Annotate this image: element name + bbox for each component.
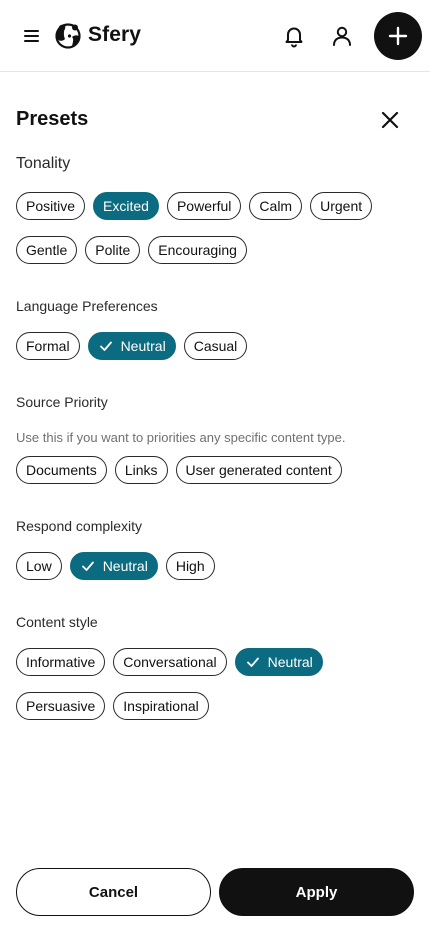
- content-style-row-1: Informative Conversational Neutral: [16, 648, 323, 676]
- chip-persuasive[interactable]: Persuasive: [16, 692, 106, 720]
- check-icon: [99, 341, 112, 351]
- cancel-button[interactable]: Cancel: [16, 868, 211, 916]
- chip-high[interactable]: High: [165, 552, 215, 580]
- chip-user-generated-content[interactable]: User generated content: [175, 456, 342, 484]
- plus-icon: [388, 26, 408, 46]
- tonality-label: Tonality: [16, 155, 71, 172]
- content-style-label: Content style: [16, 614, 98, 630]
- language-label: Language Preferences: [16, 298, 158, 314]
- source-hint: Use this if you want to priorities any s…: [16, 430, 346, 445]
- complexity-options: Low Neutral High: [16, 552, 215, 580]
- tonality-row-1: Positive Excited Powerful Calm Urgent: [16, 192, 373, 220]
- content-style-row-2: Persuasive Inspirational: [16, 692, 209, 720]
- language-options: Formal Neutral Casual: [16, 332, 248, 360]
- chip-encouraging[interactable]: Encouraging: [148, 236, 247, 264]
- chip-powerful[interactable]: Powerful: [166, 192, 242, 220]
- chip-calm[interactable]: Calm: [249, 192, 303, 220]
- panda-logo: [55, 23, 81, 49]
- chip-links[interactable]: Links: [114, 456, 168, 484]
- chip-excited[interactable]: Excited: [93, 192, 159, 220]
- source-label: Source Priority: [16, 394, 108, 410]
- chip-casual[interactable]: Casual: [183, 332, 248, 360]
- chip-low[interactable]: Low: [16, 552, 62, 580]
- bell-icon[interactable]: [282, 24, 306, 48]
- brand-name: Sfery: [88, 23, 142, 46]
- tonality-row-2: Gentle Polite Encouraging: [16, 236, 247, 264]
- panel-title: Presets: [16, 108, 89, 130]
- source-options: Documents Links User generated content: [16, 456, 342, 484]
- check-icon: [81, 561, 94, 571]
- chip-label: Neutral: [102, 558, 148, 574]
- chip-label: Neutral: [120, 338, 166, 354]
- check-icon: [246, 657, 259, 667]
- chip-polite[interactable]: Polite: [85, 236, 141, 264]
- add-button[interactable]: [374, 12, 422, 60]
- close-icon[interactable]: [378, 108, 402, 132]
- chip-label: Neutral: [267, 654, 313, 670]
- chip-conversational[interactable]: Conversational: [113, 648, 227, 676]
- chip-informative[interactable]: Informative: [16, 648, 106, 676]
- chip-formal[interactable]: Formal: [16, 332, 80, 360]
- chip-neutral-language[interactable]: Neutral: [87, 332, 176, 360]
- user-icon[interactable]: [330, 24, 354, 48]
- chip-urgent[interactable]: Urgent: [310, 192, 373, 220]
- chip-documents[interactable]: Documents: [16, 456, 107, 484]
- chip-positive[interactable]: Positive: [16, 192, 86, 220]
- chip-inspirational[interactable]: Inspirational: [113, 692, 209, 720]
- chip-neutral-complexity[interactable]: Neutral: [69, 552, 158, 580]
- chip-neutral-style[interactable]: Neutral: [234, 648, 323, 676]
- chip-gentle[interactable]: Gentle: [16, 236, 78, 264]
- apply-button[interactable]: Apply: [219, 868, 414, 916]
- complexity-label: Respond complexity: [16, 518, 143, 534]
- top-bar: Sfery: [0, 0, 430, 72]
- hamburger-menu-icon[interactable]: [22, 27, 42, 45]
